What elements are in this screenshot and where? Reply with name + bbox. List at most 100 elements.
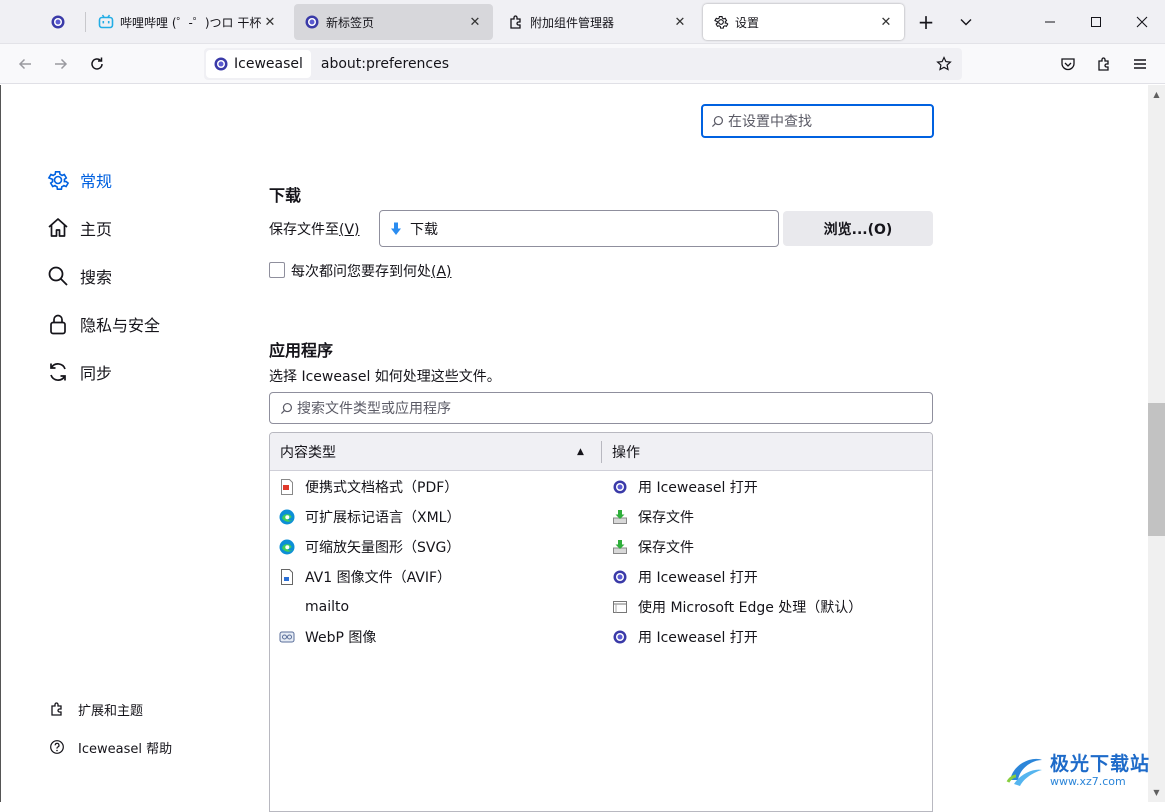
identity-label: Iceweasel bbox=[234, 56, 303, 72]
home-icon bbox=[46, 216, 70, 240]
tab-strip: 哔哩哔哩 (゜-゜)つロ 干杯~ ✕ 新标签页 ✕ 附加组件管理器 ✕ 设置 ✕… bbox=[0, 0, 1165, 44]
maximize-icon bbox=[1091, 17, 1101, 27]
sidebar-item-privacy[interactable]: 隐私与安全 bbox=[46, 306, 160, 342]
tab-title: 新标签页 bbox=[326, 15, 375, 30]
content-type-label: mailto bbox=[305, 599, 350, 615]
reload-button[interactable] bbox=[83, 50, 111, 78]
navigation-toolbar: Iceweasel about:preferences bbox=[0, 44, 1165, 84]
chevron-down-icon bbox=[960, 19, 972, 26]
iceweasel-globe-icon bbox=[612, 479, 628, 495]
column-separator[interactable] bbox=[601, 441, 602, 463]
table-row[interactable]: mailto 使用 Microsoft Edge 处理（默认） bbox=[270, 592, 932, 622]
table-row[interactable]: 便携式文档格式（PDF） 用 Iceweasel 打开 bbox=[270, 472, 932, 502]
webp-file-icon bbox=[279, 629, 295, 645]
pocket-icon bbox=[1061, 58, 1075, 71]
sync-icon bbox=[46, 360, 70, 384]
gear-icon bbox=[46, 168, 70, 192]
url-bar[interactable]: Iceweasel about:preferences bbox=[204, 48, 962, 80]
tab-settings[interactable]: 设置 ✕ bbox=[703, 4, 904, 40]
back-arrow-icon bbox=[18, 58, 31, 70]
sidebar-item-general[interactable]: 常规 bbox=[46, 162, 112, 198]
action-label: 使用 Microsoft Edge 处理（默认） bbox=[638, 600, 863, 616]
table-row[interactable]: 可缩放矢量图形（SVG） 保存文件 bbox=[270, 532, 932, 562]
always-ask-label[interactable]: 每次都问您要存到何处(A) bbox=[291, 261, 452, 281]
sidebar-item-label: 同步 bbox=[80, 364, 113, 383]
filter-applications-input[interactable]: 搜索文件类型或应用程序 bbox=[269, 392, 933, 424]
iceweasel-globe-icon bbox=[214, 57, 228, 71]
close-icon[interactable]: ✕ bbox=[467, 15, 483, 30]
sidebar-link-addons[interactable]: 扩展和主题 bbox=[48, 698, 143, 720]
minimize-button[interactable] bbox=[1027, 0, 1073, 44]
sidebar-link-help[interactable]: Iceweasel 帮助 bbox=[48, 736, 172, 758]
maximize-button[interactable] bbox=[1073, 0, 1119, 44]
pocket-button[interactable] bbox=[1054, 50, 1082, 78]
download-arrow-icon bbox=[388, 221, 404, 237]
puzzle-icon bbox=[508, 14, 524, 30]
content-type-label: 便携式文档格式（PDF） bbox=[305, 480, 459, 496]
image-file-icon bbox=[279, 569, 295, 585]
close-icon[interactable]: ✕ bbox=[672, 15, 688, 30]
scroll-up-arrow-icon[interactable]: ▲ bbox=[1148, 86, 1165, 103]
column-header-action[interactable]: 操作 bbox=[612, 433, 640, 471]
tab-new-tab[interactable]: 新标签页 ✕ bbox=[294, 4, 493, 40]
sidebar-item-sync[interactable]: 同步 bbox=[46, 354, 112, 390]
sidebar-link-label: 扩展和主题 bbox=[78, 703, 144, 719]
save-to-accesskey: (V) bbox=[339, 222, 360, 238]
bookmark-star-button[interactable] bbox=[932, 52, 956, 76]
window-app-icon bbox=[612, 599, 628, 615]
extensions-button[interactable] bbox=[1090, 50, 1118, 78]
forward-button[interactable] bbox=[47, 50, 75, 78]
tab-addons-manager[interactable]: 附加组件管理器 ✕ bbox=[498, 4, 698, 40]
iceweasel-globe-icon bbox=[304, 14, 320, 30]
sidebar-item-home[interactable]: 主页 bbox=[46, 210, 112, 246]
action-label: 用 Iceweasel 打开 bbox=[638, 480, 758, 496]
back-button[interactable] bbox=[11, 50, 39, 78]
site-identity-box[interactable]: Iceweasel bbox=[206, 50, 311, 78]
url-text[interactable]: about:preferences bbox=[321, 56, 449, 72]
action-label: 用 Iceweasel 打开 bbox=[638, 570, 758, 586]
column-header-content-type[interactable]: 内容类型 bbox=[280, 433, 336, 471]
watermark-url-text: www.xz7.com bbox=[1050, 775, 1126, 788]
iceweasel-globe-icon bbox=[50, 14, 66, 30]
sidebar-item-label: 主页 bbox=[80, 220, 113, 239]
content-type-label: AV1 图像文件（AVIF） bbox=[305, 570, 452, 586]
puzzle-icon bbox=[1098, 57, 1109, 71]
download-folder-field[interactable]: 下载 bbox=[379, 210, 779, 247]
app-menu-button[interactable] bbox=[1126, 50, 1154, 78]
edge-icon bbox=[279, 509, 295, 525]
list-all-tabs-button[interactable] bbox=[952, 8, 980, 36]
applications-description: 选择 Iceweasel 如何处理这些文件。 bbox=[269, 369, 501, 385]
close-icon[interactable]: ✕ bbox=[262, 15, 278, 30]
tab-title: 设置 bbox=[735, 15, 760, 30]
reload-icon bbox=[91, 57, 103, 70]
sidebar-link-label: Iceweasel 帮助 bbox=[78, 741, 173, 757]
content-type-label: 可扩展标记语言（XML） bbox=[305, 510, 461, 526]
lock-icon bbox=[46, 312, 70, 336]
sidebar-item-label: 搜索 bbox=[80, 268, 113, 287]
settings-search-input[interactable]: 在设置中查找 bbox=[701, 104, 934, 138]
tab-title: 附加组件管理器 bbox=[530, 15, 615, 30]
browse-button[interactable]: 浏览...(O) bbox=[783, 211, 933, 246]
table-row[interactable]: AV1 图像文件（AVIF） 用 Iceweasel 打开 bbox=[270, 562, 932, 592]
pdf-icon bbox=[279, 479, 295, 495]
edge-icon bbox=[279, 539, 295, 555]
tab-bilibili[interactable]: 哔哩哔哩 (゜-゜)つロ 干杯~ ✕ bbox=[88, 4, 288, 40]
always-ask-checkbox[interactable] bbox=[269, 262, 285, 278]
search-placeholder: 在设置中查找 bbox=[728, 114, 812, 130]
save-to-label: 保存文件至(V) bbox=[269, 219, 360, 239]
scrollbar-thumb[interactable] bbox=[1148, 403, 1165, 536]
iceweasel-globe-icon bbox=[612, 569, 628, 585]
always-ask-accesskey: (A) bbox=[431, 264, 452, 280]
close-icon[interactable]: ✕ bbox=[878, 15, 894, 30]
help-icon bbox=[48, 738, 66, 756]
sidebar-item-label: 常规 bbox=[80, 172, 113, 191]
iceweasel-globe-icon bbox=[612, 629, 628, 645]
search-icon bbox=[46, 264, 70, 288]
table-row[interactable]: 可扩展标记语言（XML） 保存文件 bbox=[270, 502, 932, 532]
tab-pinned[interactable] bbox=[40, 4, 84, 40]
new-tab-button[interactable]: + bbox=[912, 8, 940, 36]
sidebar-item-search[interactable]: 搜索 bbox=[46, 258, 112, 294]
filter-placeholder: 搜索文件类型或应用程序 bbox=[297, 401, 451, 417]
close-window-button[interactable] bbox=[1119, 0, 1165, 44]
table-row[interactable]: WebP 图像 用 Iceweasel 打开 bbox=[270, 622, 932, 652]
